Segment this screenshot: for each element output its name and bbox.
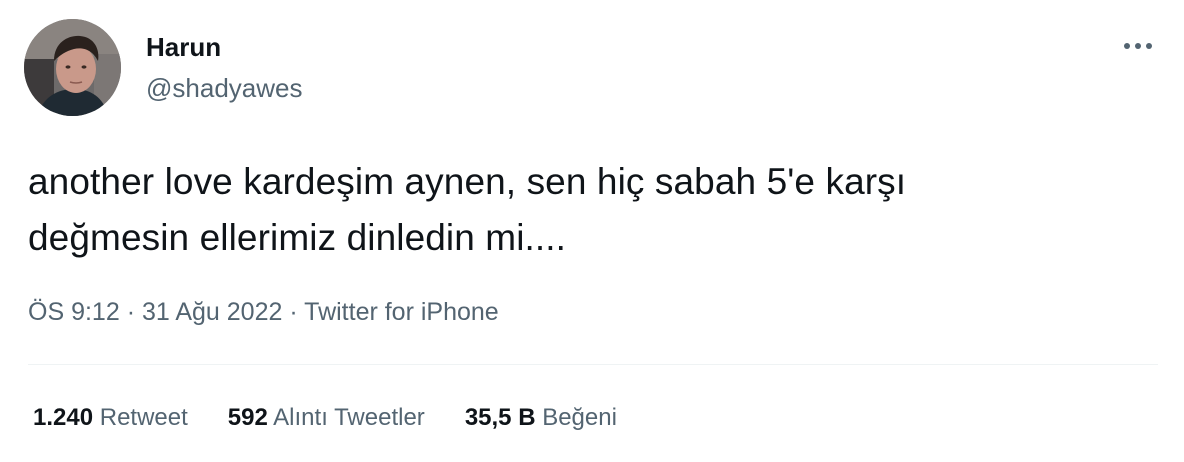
tweet-source-link[interactable]: Twitter for iPhone xyxy=(304,298,499,326)
avatar[interactable] xyxy=(24,19,121,116)
like-count: 35,5 B xyxy=(464,404,536,431)
separator-dot: · xyxy=(289,298,298,326)
quote-count: 592 xyxy=(227,404,268,431)
tweet-text: another love kardeşim aynen, sen hiç sab… xyxy=(28,161,907,258)
meta-separator: · xyxy=(289,298,304,326)
tweet-meta: ÖS 9:12 · 31 Ağu 2022 · Twitter for iPho… xyxy=(28,296,499,328)
retweets-stat[interactable]: 1.240 Retweet xyxy=(33,402,188,434)
retweet-count: 1.240 xyxy=(33,404,94,431)
quote-label: Alıntı Tweetler xyxy=(273,404,425,431)
separator-dot: · xyxy=(126,298,136,326)
profile-photo-icon xyxy=(24,19,121,116)
tweet-card: Harun @shadyawes another love kardeşim a… xyxy=(0,0,1184,462)
divider xyxy=(28,364,1158,365)
likes-stat[interactable]: 35,5 B Beğeni xyxy=(465,402,617,434)
ellipsis-icon xyxy=(1124,43,1152,49)
like-label: Beğeni xyxy=(542,404,617,431)
tweet-date-link[interactable]: 31 Ağu 2022 xyxy=(142,298,282,326)
user-handle[interactable]: @shadyawes xyxy=(146,73,302,103)
tweet-stats: 1.240 Retweet 592 Alıntı Tweetler 35,5 B… xyxy=(33,402,657,434)
display-name[interactable]: Harun xyxy=(146,32,221,62)
more-options-button[interactable] xyxy=(1118,30,1158,62)
quote-tweets-stat[interactable]: 592 Alıntı Tweetler xyxy=(228,402,425,434)
tweet-time-link[interactable]: ÖS 9:12 xyxy=(28,298,120,326)
retweet-label: Retweet xyxy=(99,404,188,431)
meta-separator: · xyxy=(127,298,142,326)
